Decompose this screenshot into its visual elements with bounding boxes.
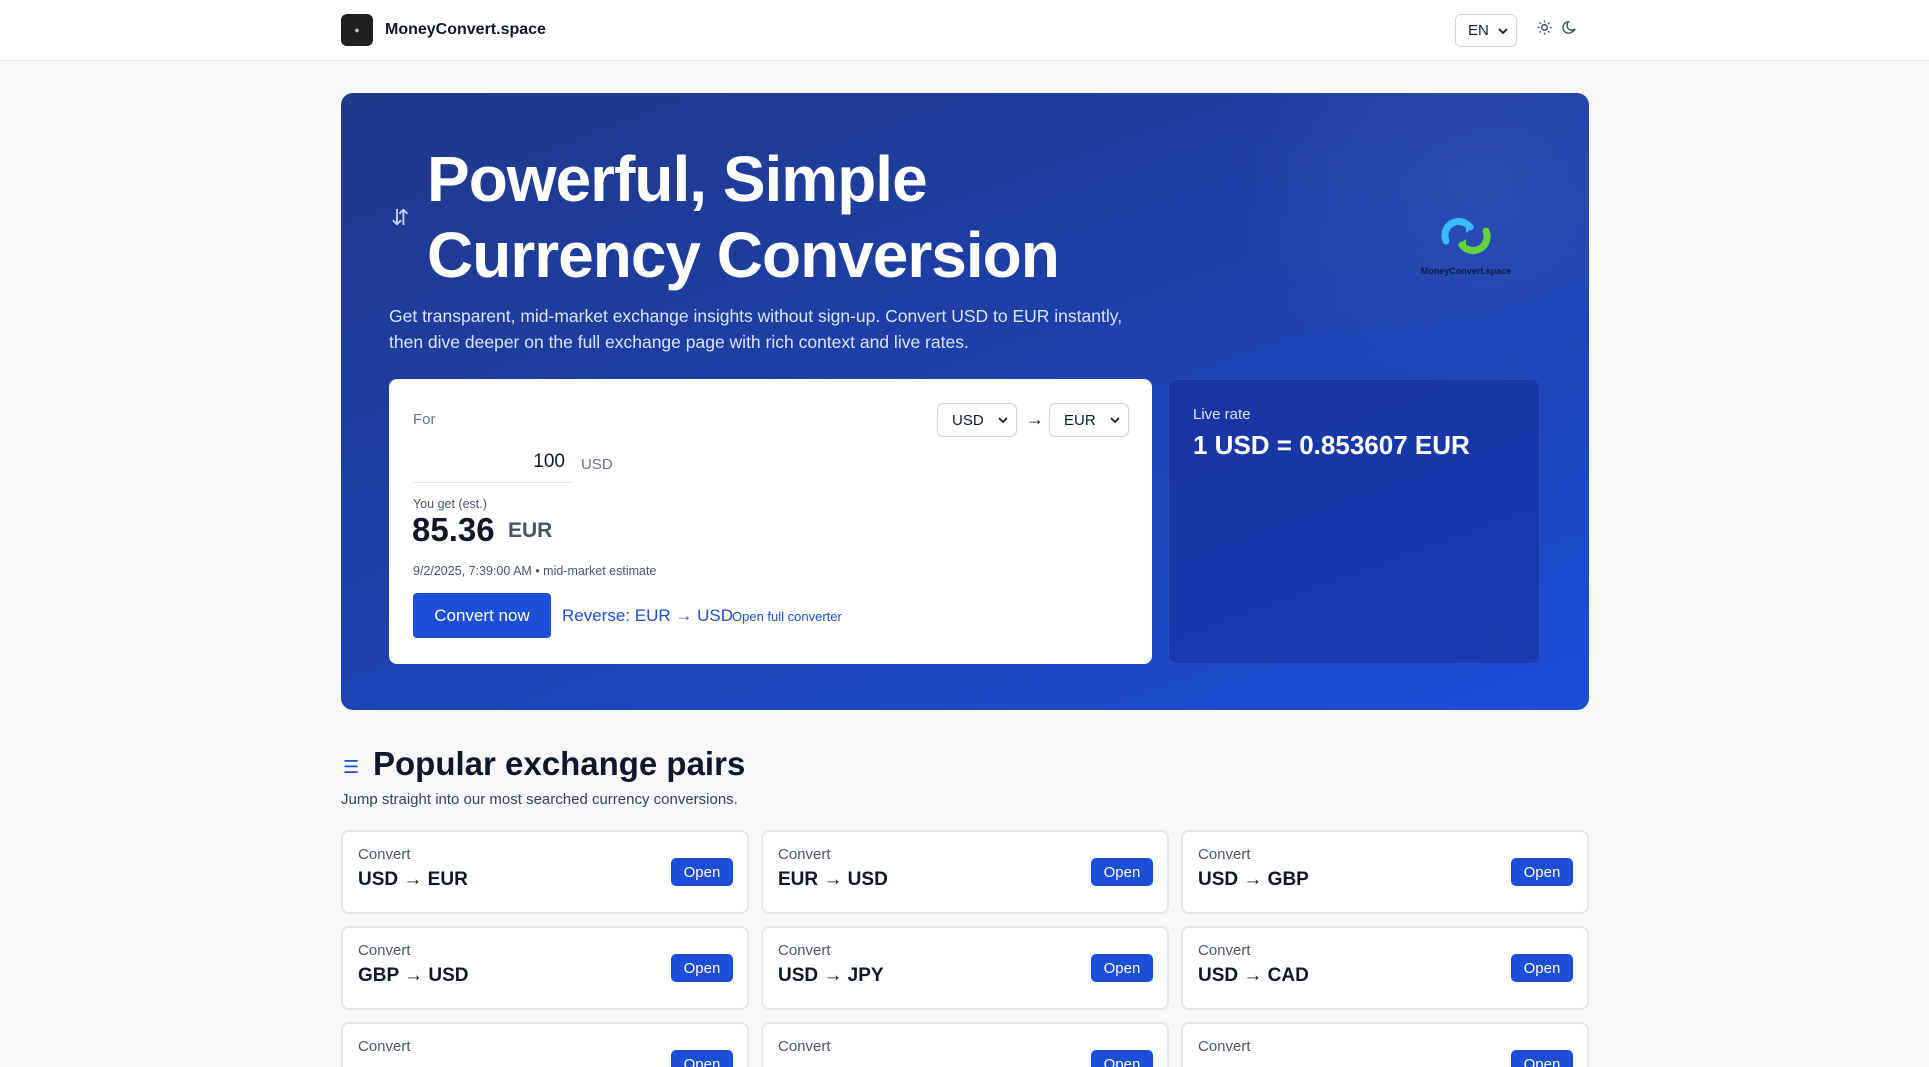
open-pair-button[interactable]: Open	[1091, 858, 1153, 886]
converter-card: For USD → EUR 100 USD You get (est.) 85.…	[389, 379, 1152, 664]
pair-card[interactable]: Convert Open	[1181, 1022, 1589, 1067]
hero-description: Get transparent, mid-market exchange ins…	[389, 303, 1149, 355]
hero-description-line1: Get transparent, mid-market exchange ins…	[389, 306, 1123, 326]
pair-name: USD → GBP	[1198, 869, 1309, 890]
currency-exchange-icon: ⇵	[391, 205, 410, 230]
brand-link[interactable]: ● MoneyConvert.space	[341, 14, 546, 46]
pair-convert-label: Convert	[1198, 1038, 1251, 1055]
hero-logo-text: MoneyConvert.space	[1420, 266, 1512, 276]
hero-title-line2: Currency Conversion	[427, 219, 1060, 291]
pair-convert-label: Convert	[358, 846, 411, 863]
pair-name: USD → CAD	[1198, 965, 1309, 986]
list-icon: ☰	[343, 757, 360, 777]
pair-card[interactable]: Convert GBP → USD Open	[341, 926, 749, 1010]
pair-name: GBP → USD	[358, 965, 469, 986]
amount-input[interactable]: 100	[413, 443, 573, 483]
popular-pairs-title: Popular exchange pairs	[373, 745, 746, 782]
top-nav: ● MoneyConvert.space EN	[0, 0, 1929, 61]
to-currency-select[interactable]: EUR	[1049, 403, 1129, 437]
result-value: 85.36	[412, 511, 495, 548]
result-unit: EUR	[508, 519, 553, 542]
amount-value: 100	[533, 451, 565, 472]
hero-glow	[1229, 93, 1589, 393]
pair-convert-label: Convert	[778, 846, 831, 863]
moneyconvert-logo-icon	[1441, 218, 1491, 254]
hero-description-line2: then dive deeper on the full exchange pa…	[389, 332, 969, 352]
hero-title: Powerful, Simple Currency Conversion	[427, 141, 1187, 293]
pair-convert-label: Convert	[778, 1038, 831, 1055]
open-full-converter-link[interactable]: Open full converter	[732, 609, 842, 624]
reverse-link[interactable]: Reverse: EUR → USD	[562, 606, 733, 626]
moon-icon[interactable]	[1562, 20, 1577, 35]
language-value: EN	[1468, 22, 1489, 39]
pair-card[interactable]: Convert EUR → USD Open	[761, 830, 1169, 914]
live-rate-value: 1 USD = 0.853607 EUR	[1193, 430, 1470, 460]
pair-card[interactable]: Convert Open	[761, 1022, 1169, 1067]
pair-convert-label: Convert	[358, 1038, 411, 1055]
arrow-right-icon: →	[1026, 409, 1044, 429]
chevron-down-icon	[998, 417, 1008, 424]
chevron-down-icon	[1110, 417, 1120, 424]
pair-card[interactable]: Convert USD → CAD Open	[1181, 926, 1589, 1010]
pair-convert-label: Convert	[1198, 846, 1251, 863]
open-pair-button[interactable]: Open	[671, 1050, 733, 1067]
to-currency-value: EUR	[1064, 411, 1096, 429]
open-pair-button[interactable]: Open	[1091, 954, 1153, 982]
open-pair-button[interactable]: Open	[671, 858, 733, 886]
hero-logo: MoneyConvert.space	[1411, 213, 1521, 276]
pair-name: USD → EUR	[358, 869, 468, 890]
pair-name: USD → JPY	[778, 965, 884, 986]
chevron-down-icon	[1498, 27, 1508, 34]
rate-timestamp: 9/2/2025, 7:39:00 AM • mid-market estima…	[413, 564, 657, 578]
pair-card[interactable]: Convert USD → EUR Open	[341, 830, 749, 914]
pair-convert-label: Convert	[1198, 942, 1251, 959]
open-pair-button[interactable]: Open	[1511, 1050, 1573, 1067]
amount-unit: USD	[581, 456, 613, 473]
from-currency-value: USD	[952, 411, 984, 429]
for-label: For	[413, 411, 436, 428]
hero-section: ⇵ Powerful, Simple Currency Conversion G…	[341, 93, 1589, 710]
brand-logo-icon: ●	[341, 14, 373, 46]
you-get-label: You get (est.)	[413, 497, 487, 511]
pair-card[interactable]: Convert USD → JPY Open	[761, 926, 1169, 1010]
brand-name: MoneyConvert.space	[385, 21, 546, 38]
open-pair-button[interactable]: Open	[1511, 858, 1573, 886]
popular-pairs-subtitle: Jump straight into our most searched cur…	[341, 791, 738, 808]
language-select[interactable]: EN	[1455, 14, 1517, 47]
pair-convert-label: Convert	[358, 942, 411, 959]
open-pair-button[interactable]: Open	[1511, 954, 1573, 982]
hero-title-line1: Powerful, Simple	[427, 143, 928, 215]
from-currency-select[interactable]: USD	[937, 403, 1017, 437]
pair-card[interactable]: Convert Open	[341, 1022, 749, 1067]
open-pair-button[interactable]: Open	[671, 954, 733, 982]
pair-card[interactable]: Convert USD → GBP Open	[1181, 830, 1589, 914]
convert-now-button[interactable]: Convert now	[413, 593, 551, 638]
open-pair-button[interactable]: Open	[1091, 1050, 1153, 1067]
live-rate-label: Live rate	[1193, 406, 1251, 423]
pair-convert-label: Convert	[778, 942, 831, 959]
pair-name: EUR → USD	[778, 869, 888, 890]
live-rate-card: Live rate 1 USD = 0.853607 EUR	[1168, 379, 1540, 664]
sun-icon[interactable]	[1537, 20, 1552, 35]
